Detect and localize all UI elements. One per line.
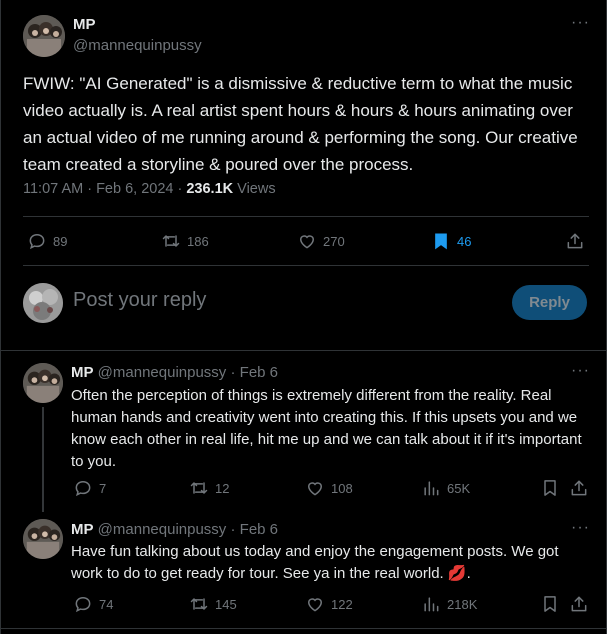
reply-count: 7 bbox=[99, 480, 107, 496]
bookmark-action[interactable] bbox=[540, 478, 560, 498]
more-options-icon[interactable]: ··· bbox=[571, 362, 590, 380]
reply-action[interactable]: 7 bbox=[73, 478, 106, 498]
reply-author-handle[interactable]: @mannequinpussy bbox=[98, 521, 227, 538]
view-count: 218K bbox=[447, 596, 478, 612]
reply-author-avatar[interactable] bbox=[23, 519, 63, 559]
reply-date[interactable]: Feb 6 bbox=[240, 364, 278, 381]
reply-text: Often the perception of things is extrem… bbox=[71, 387, 582, 470]
heart-icon bbox=[299, 235, 315, 249]
kiss-emoji: 💋 bbox=[447, 565, 467, 582]
like-action[interactable]: 122 bbox=[305, 594, 353, 614]
analytics-icon bbox=[424, 481, 439, 496]
reply-icon bbox=[75, 596, 91, 613]
bookmark-action[interactable] bbox=[540, 594, 560, 614]
views-action[interactable]: 65K bbox=[421, 478, 470, 498]
share-icon bbox=[571, 480, 587, 496]
share-action[interactable] bbox=[565, 231, 585, 251]
bookmark-action[interactable]: 46 bbox=[431, 231, 471, 251]
divider bbox=[23, 216, 589, 217]
views-action[interactable]: 218K bbox=[421, 594, 477, 614]
user-avatar[interactable] bbox=[23, 283, 63, 323]
reply-icon bbox=[75, 480, 91, 497]
reply-header: MP @mannequinpussy · Feb 6 bbox=[71, 364, 278, 381]
heart-icon bbox=[307, 482, 323, 496]
more-options-icon[interactable]: ··· bbox=[571, 519, 590, 537]
heart-icon bbox=[307, 598, 323, 612]
repost-action[interactable]: 145 bbox=[189, 594, 237, 614]
reply-count: 74 bbox=[99, 596, 114, 612]
divider bbox=[23, 265, 589, 266]
analytics-icon bbox=[424, 597, 439, 612]
repost-icon bbox=[190, 598, 208, 610]
repost-count: 145 bbox=[215, 596, 237, 612]
thread-connector bbox=[42, 407, 44, 512]
reply-date[interactable]: Feb 6 bbox=[240, 521, 278, 538]
separator: · bbox=[226, 521, 240, 538]
reply-author-avatar[interactable] bbox=[23, 363, 63, 403]
bookmark-filled-icon bbox=[435, 233, 447, 250]
separator: · bbox=[226, 364, 240, 381]
reply-count: 89 bbox=[53, 233, 68, 249]
divider bbox=[1, 350, 607, 351]
like-count: 108 bbox=[331, 480, 353, 496]
views-label: Views bbox=[233, 181, 276, 197]
share-icon bbox=[567, 233, 583, 249]
like-count: 122 bbox=[331, 596, 353, 612]
like-action[interactable]: 108 bbox=[305, 478, 353, 498]
post-meta: 11:07 AM · Feb 6, 2024 · 236.1K Views bbox=[23, 181, 276, 197]
repost-icon bbox=[190, 482, 208, 494]
reply-text-end: . bbox=[466, 565, 471, 582]
reply-author-handle[interactable]: @mannequinpussy bbox=[98, 364, 227, 381]
share-action[interactable] bbox=[569, 594, 589, 614]
reply-text: Have fun talking about us today and enjo… bbox=[71, 541, 586, 585]
share-icon bbox=[571, 596, 587, 612]
divider bbox=[1, 628, 607, 629]
like-count: 270 bbox=[323, 233, 345, 249]
share-action[interactable] bbox=[569, 478, 589, 498]
post-text: FWIW: "AI Generated" is a dismissive & r… bbox=[23, 74, 578, 174]
reply-input[interactable]: Post your reply bbox=[73, 289, 206, 312]
reply-action[interactable]: 74 bbox=[73, 594, 113, 614]
author-handle[interactable]: @mannequinpussy bbox=[73, 37, 202, 54]
author-name[interactable]: MP bbox=[73, 16, 96, 33]
like-action[interactable]: 270 bbox=[297, 231, 345, 251]
post-thread: MP @mannequinpussy ··· FWIW: "AI Generat… bbox=[0, 0, 607, 634]
bookmark-icon bbox=[544, 480, 556, 496]
reply-author-name[interactable]: MP bbox=[71, 364, 94, 381]
view-count: 236.1K bbox=[186, 181, 234, 197]
reply-button[interactable]: Reply bbox=[512, 285, 587, 320]
author-avatar[interactable] bbox=[23, 15, 65, 57]
reply-text-body: Have fun talking about us today and enjo… bbox=[71, 543, 559, 582]
bookmark-icon bbox=[544, 596, 556, 612]
post-timestamp[interactable]: 11:07 AM · Feb 6, 2024 · bbox=[23, 181, 186, 197]
reply-header: MP @mannequinpussy · Feb 6 bbox=[71, 521, 278, 538]
reply-icon bbox=[29, 233, 45, 250]
repost-count: 186 bbox=[187, 233, 209, 249]
bookmark-count: 46 bbox=[457, 233, 472, 249]
repost-action[interactable]: 186 bbox=[161, 231, 209, 251]
more-options-icon[interactable]: ··· bbox=[571, 14, 590, 32]
repost-icon bbox=[162, 235, 180, 247]
repost-action[interactable]: 12 bbox=[189, 478, 229, 498]
repost-count: 12 bbox=[215, 480, 230, 496]
reply-author-name[interactable]: MP bbox=[71, 521, 94, 538]
reply-action[interactable]: 89 bbox=[27, 231, 67, 251]
view-count: 65K bbox=[447, 480, 471, 496]
